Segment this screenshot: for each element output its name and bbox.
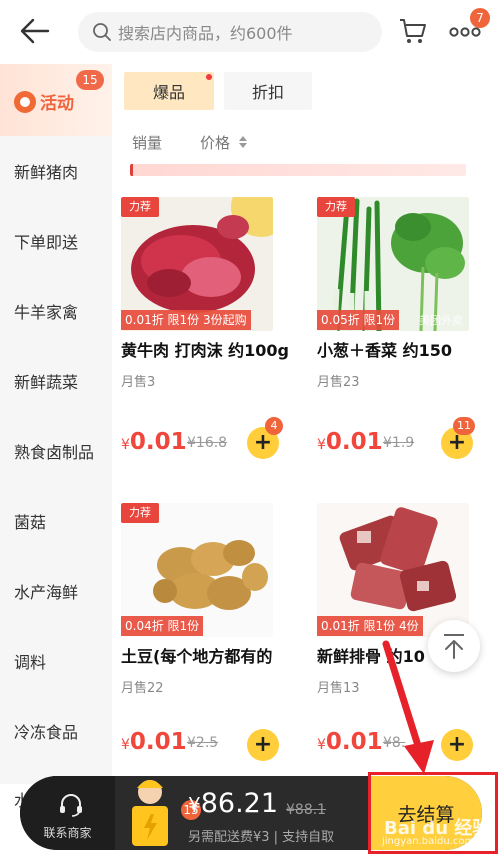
search-icon: [93, 23, 111, 41]
product-card[interactable]: 力荐 0.01折 限1份 3份起购 黄牛肉 打肉沫 约100g 月售3 ¥0.0…: [121, 197, 301, 467]
recommend-tag: 力荐: [121, 197, 159, 217]
annotation-highlight-box: [368, 772, 498, 854]
cart-total-original: ¥88.1: [286, 802, 327, 818]
product-price: ¥0.01: [317, 729, 383, 755]
cart-count-badge: 4: [265, 417, 283, 435]
cart-total: ¥86.21: [188, 788, 278, 819]
filter-hot-items[interactable]: 爆品: [124, 72, 214, 110]
sidebar-item-beef-poultry[interactable]: 牛羊家禽: [0, 276, 112, 346]
contact-merchant-label: 联系商家: [43, 826, 92, 840]
total-amount: 86.21: [200, 788, 279, 819]
delivery-fee-note: 另需配送费¥3 | 支持自取: [188, 830, 335, 845]
price-value: 0.01: [325, 429, 383, 455]
original-price: ¥1.9: [383, 435, 415, 451]
filter-discount[interactable]: 折扣: [224, 72, 312, 110]
product-card[interactable]: 力荐 0.05折 限1份 美团外卖 小葱＋香菜 约150 月售23 ¥0.01 …: [317, 197, 497, 467]
promo-strip: [130, 164, 466, 176]
original-price: ¥2.5: [187, 735, 219, 751]
product-name: 小葱＋香菜 约150: [317, 341, 452, 360]
sidebar-item-pork[interactable]: 新鲜猪肉: [0, 136, 112, 206]
price-currency: ¥: [317, 437, 326, 453]
sidebar-item-instant-gift[interactable]: 下单即送: [0, 206, 112, 276]
product-monthly-sales: 月售13: [317, 681, 360, 696]
recommend-tag: 力荐: [121, 503, 159, 523]
sidebar-item-frozen[interactable]: 冷冻食品: [0, 696, 112, 766]
filter-discount-label: 折扣: [251, 83, 284, 102]
original-price-value: 2.5: [195, 735, 219, 751]
more-badge: 7: [470, 8, 490, 28]
product-image: 力荐 0.04折 限1份: [121, 503, 273, 637]
total-currency: ¥: [188, 793, 201, 817]
sort-by-price[interactable]: 价格: [200, 132, 230, 153]
original-price: ¥16.8: [187, 435, 228, 451]
product-price: ¥0.01: [121, 429, 187, 455]
price-currency: ¥: [317, 737, 326, 753]
product-monthly-sales: 月售23: [317, 375, 360, 390]
promo-label: 0.04折 限1份: [121, 616, 204, 636]
original-price-value: 16.8: [195, 435, 228, 451]
sort-arrows-icon: [239, 136, 247, 148]
price-currency: ¥: [121, 737, 130, 753]
filter-hot-label: 爆品: [152, 83, 185, 102]
product-price: ¥0.01: [121, 729, 187, 755]
add-to-cart-button[interactable]: +: [247, 729, 279, 761]
cart-count-badge: 11: [453, 417, 475, 435]
sidebar-item-label: 活动: [40, 94, 74, 114]
product-card[interactable]: 力荐 0.04折 限1份 土豆(每个地方都有的 月售22 ¥0.01 ¥2.5 …: [121, 503, 301, 768]
promo-label: 0.05折 限1份: [317, 310, 400, 330]
sidebar-item-activity[interactable]: 活动 15: [0, 64, 112, 136]
promo-label: 0.01折 限1份 4份: [317, 616, 423, 636]
sidebar-item-vegetables[interactable]: 新鲜蔬菜: [0, 346, 112, 416]
sidebar-badge: 15: [76, 70, 104, 90]
price-currency: ¥: [121, 437, 130, 453]
recommend-tag: 力荐: [317, 197, 355, 217]
product-image: 0.01折 限1份 4份: [317, 503, 469, 637]
location-pin-icon: [14, 91, 36, 113]
search-input[interactable]: 搜索店内商品，约600件: [78, 12, 382, 52]
product-name: 黄牛肉 打肉沫 约100g: [121, 341, 289, 360]
price-value: 0.01: [129, 429, 187, 455]
price-value: 0.01: [325, 729, 383, 755]
product-image: 力荐 0.05折 限1份 美团外卖: [317, 197, 469, 331]
promo-label: 0.01折 限1份 3份起购: [121, 310, 251, 330]
sidebar-item-mushrooms[interactable]: 菌菇: [0, 486, 112, 556]
annotation-arrow-icon: [382, 640, 434, 774]
sidebar-item-seafood[interactable]: 水产海鲜: [0, 556, 112, 626]
search-placeholder: 搜索店内商品，约600件: [118, 24, 293, 43]
contact-merchant-button[interactable]: 联系商家: [20, 776, 115, 850]
product-price: ¥0.01: [317, 429, 383, 455]
new-dot-icon: [206, 74, 212, 80]
total-original-value: 88.1: [294, 802, 327, 818]
price-value: 0.01: [129, 729, 187, 755]
cart-icon[interactable]: [398, 16, 428, 46]
product-monthly-sales: 月售3: [121, 375, 156, 390]
product-monthly-sales: 月售22: [121, 681, 164, 696]
sidebar-item-seasoning[interactable]: 调料: [0, 626, 112, 696]
delivery-courier-icon[interactable]: [120, 776, 180, 850]
store-page: 搜索店内商品，约600件 7 活动 15 新鲜猪肉 下单即送 牛羊家禽 新鲜蔬菜…: [0, 0, 500, 858]
back-arrow-icon[interactable]: [18, 14, 52, 48]
sidebar-item-deli[interactable]: 熟食卤制品: [0, 416, 112, 486]
image-watermark: 美团外卖: [419, 314, 463, 327]
add-to-cart-button[interactable]: +: [441, 729, 473, 761]
top-bar: 搜索店内商品，约600件 7: [0, 0, 500, 64]
product-name: 土豆(每个地方都有的: [121, 647, 273, 666]
category-sidebar: 活动 15 新鲜猪肉 下单即送 牛羊家禽 新鲜蔬菜 熟食卤制品 菌菇 水产海鲜 …: [0, 64, 112, 810]
original-price-value: 1.9: [391, 435, 415, 451]
headset-icon: [60, 794, 82, 817]
product-image: 力荐 0.01折 限1份 3份起购: [121, 197, 273, 331]
sort-by-sales[interactable]: 销量: [132, 132, 162, 153]
